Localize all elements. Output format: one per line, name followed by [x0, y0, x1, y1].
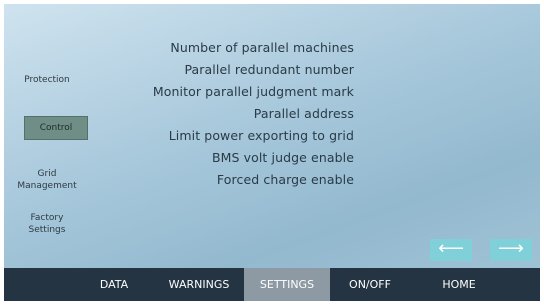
sidebar-item-label-line2: Settings	[28, 225, 66, 235]
arrow-right-icon: ⟶	[498, 238, 524, 259]
setting-parallel-address[interactable]: Parallel address	[254, 106, 354, 121]
sidebar-item-label-line1: Grid	[37, 169, 57, 179]
nav-data[interactable]: DATA	[84, 268, 144, 301]
sidebar-item-label-line2: Management	[17, 181, 77, 191]
nav-warnings[interactable]: WARNINGS	[159, 268, 239, 301]
nav-on-off[interactable]: ON/OFF	[340, 268, 400, 301]
sidebar-item-grid-management[interactable]: Grid Management	[7, 168, 87, 192]
sidebar-item-control[interactable]: Control	[24, 116, 88, 140]
setting-parallel-machines[interactable]: Number of parallel machines	[170, 40, 354, 55]
sidebar-item-label: Control	[39, 123, 73, 133]
sidebar-item-label-line1: Factory	[30, 213, 64, 223]
setting-limit-export[interactable]: Limit power exporting to grid	[169, 128, 354, 143]
sidebar-item-label: Protection	[24, 75, 70, 85]
setting-redundant-number[interactable]: Parallel redundant number	[184, 62, 354, 77]
arrow-left-icon: ⟵	[438, 238, 464, 259]
setting-bms-volt-judge[interactable]: BMS volt judge enable	[212, 150, 354, 165]
previous-page-button[interactable]: ⟵	[430, 239, 472, 261]
setting-forced-charge[interactable]: Forced charge enable	[217, 172, 354, 187]
sidebar-item-factory-settings[interactable]: Factory Settings	[7, 212, 87, 236]
setting-judgment-mark[interactable]: Monitor parallel judgment mark	[153, 84, 354, 99]
nav-settings[interactable]: SETTINGS	[244, 268, 330, 301]
nav-home[interactable]: HOME	[429, 268, 489, 301]
next-page-button[interactable]: ⟶	[490, 239, 532, 261]
screen: Protection Control Grid Management Facto…	[4, 4, 540, 301]
sidebar-item-protection[interactable]: Protection	[7, 74, 87, 86]
bottom-nav-bar: DATA WARNINGS SETTINGS ON/OFF HOME	[4, 268, 540, 301]
